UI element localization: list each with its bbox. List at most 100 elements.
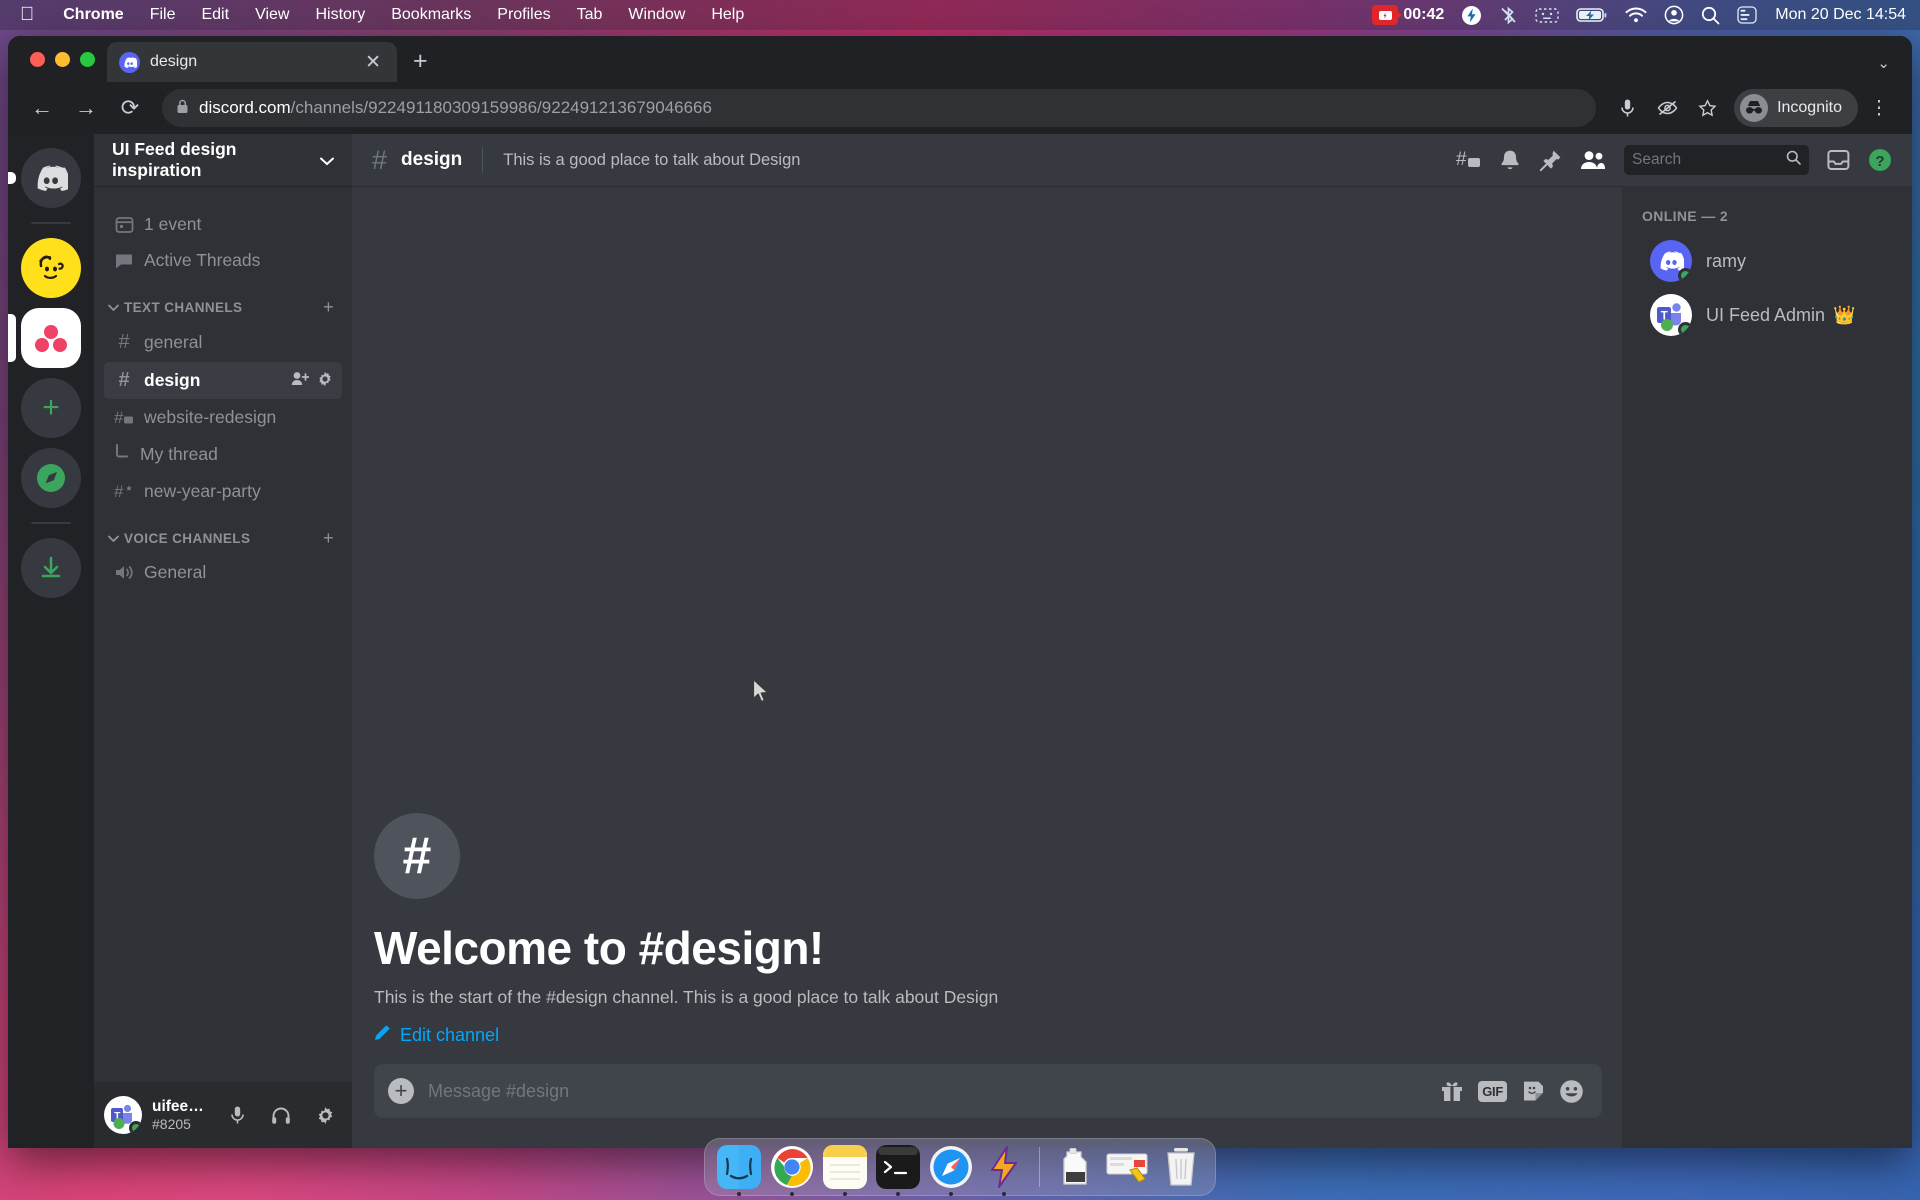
settings-gear-icon[interactable]: [308, 1098, 342, 1132]
edit-channel-link[interactable]: Edit channel: [374, 1024, 1602, 1046]
running-indicator: [737, 1192, 741, 1196]
sidebar-channel-website-redesign[interactable]: # website-redesign: [104, 400, 342, 435]
browser-tab-design[interactable]: design ✕: [107, 42, 397, 82]
incognito-profile-button[interactable]: Incognito: [1734, 89, 1858, 127]
control-center-icon[interactable]: [1730, 6, 1764, 24]
search-icon[interactable]: [1694, 6, 1727, 25]
create-voice-channel-button[interactable]: +: [323, 528, 334, 549]
eye-slash-icon[interactable]: [1648, 89, 1686, 127]
dock-item-safari[interactable]: [929, 1145, 973, 1196]
member-list-icon[interactable]: [1580, 150, 1606, 170]
sidebar-thread-my-thread[interactable]: My thread: [104, 436, 342, 473]
menu-edit[interactable]: Edit: [188, 0, 242, 30]
omnibox-actions: Incognito ⋮: [1608, 89, 1898, 127]
download-apps-button[interactable]: [21, 538, 81, 598]
member-row-ui-feed-admin[interactable]: T UI Feed Admin 👑: [1630, 288, 1904, 342]
dock-item-notes[interactable]: [823, 1145, 867, 1196]
bluetooth-off-icon[interactable]: [1492, 5, 1525, 26]
new-tab-button[interactable]: +: [413, 49, 428, 74]
add-server-button[interactable]: +: [21, 378, 81, 438]
gif-picker-button[interactable]: GIF: [1478, 1080, 1507, 1102]
menu-tab[interactable]: Tab: [564, 0, 616, 30]
search-input[interactable]: Search: [1624, 145, 1809, 175]
back-button[interactable]: ←: [22, 88, 62, 128]
create-channel-button[interactable]: +: [323, 297, 334, 318]
menu-view[interactable]: View: [242, 0, 302, 30]
channel-name: design: [401, 149, 463, 170]
category-text-channels[interactable]: Text Channels +: [94, 279, 352, 323]
dock-item-jug-file[interactable]: [1053, 1145, 1097, 1189]
tab-search-chevron-down-icon[interactable]: ⌄: [1877, 54, 1890, 72]
screen-recording-indicator[interactable]: 00:42: [1365, 0, 1451, 30]
svg-text:#: #: [1456, 149, 1467, 170]
menu-profiles[interactable]: Profiles: [484, 0, 563, 30]
server-discord-home[interactable]: [8, 148, 81, 208]
message-composer[interactable]: + Message #design GIF: [374, 1064, 1602, 1118]
wifi-icon[interactable]: [1618, 7, 1654, 23]
dock-item-finder[interactable]: [717, 1145, 761, 1196]
settings-icon[interactable]: [317, 371, 333, 391]
sidebar-voice-channel-general[interactable]: General: [104, 555, 342, 590]
threads-icon[interactable]: #: [1456, 149, 1481, 171]
dock-item-thunder[interactable]: [982, 1145, 1026, 1196]
menu-history[interactable]: History: [302, 0, 378, 30]
account-icon[interactable]: [1657, 5, 1691, 25]
dock-item-chrome[interactable]: [770, 1145, 814, 1196]
microphone-icon[interactable]: [220, 1098, 254, 1132]
avatar[interactable]: T: [104, 1096, 142, 1134]
battery-charging-icon[interactable]: [1569, 7, 1615, 23]
forward-button[interactable]: →: [66, 88, 106, 128]
gift-icon[interactable]: [1440, 1079, 1464, 1103]
menu-bar-clock[interactable]: Mon 20 Dec 14:54: [1767, 6, 1906, 24]
member-row-ramy[interactable]: ramy: [1630, 234, 1904, 288]
minimize-window-button[interactable]: [55, 51, 70, 67]
sidebar-item-active-threads[interactable]: Active Threads: [104, 243, 342, 278]
dock-item-terminal[interactable]: [876, 1145, 920, 1196]
sidebar-channel-new-year-party[interactable]: # new-year-party: [104, 474, 342, 509]
sticker-icon[interactable]: [1521, 1079, 1545, 1103]
bookmark-star-icon[interactable]: [1688, 89, 1726, 127]
sidebar-item-events[interactable]: 1 event: [104, 207, 342, 242]
dock-item-screenshot-file[interactable]: [1106, 1145, 1150, 1189]
chrome-menu-button[interactable]: ⋮: [1860, 89, 1898, 127]
microphone-icon[interactable]: [1608, 89, 1646, 127]
emoji-icon[interactable]: [1559, 1079, 1584, 1104]
dock-item-trash[interactable]: [1159, 1145, 1203, 1189]
thread-branch-icon: [113, 443, 131, 466]
notification-bell-icon[interactable]: [1499, 149, 1521, 172]
message-input[interactable]: Message #design: [428, 1081, 1426, 1102]
rail-indicator-active: [8, 314, 16, 362]
recording-time: 00:42: [1403, 6, 1445, 23]
help-icon[interactable]: ?: [1868, 148, 1892, 172]
inbox-icon[interactable]: [1827, 149, 1850, 171]
chevron-down-icon[interactable]: [320, 150, 334, 171]
server-mailchimp[interactable]: [21, 238, 81, 298]
maximize-window-button[interactable]: [80, 51, 95, 67]
explore-servers-button[interactable]: [21, 448, 81, 508]
apple-menu-icon[interactable]: : [14, 0, 50, 30]
address-bar[interactable]: discord.com/channels/922491180309159986/…: [162, 89, 1597, 127]
pinned-messages-icon[interactable]: [1539, 149, 1562, 172]
reload-button[interactable]: ⟳: [110, 88, 150, 128]
member-name: ramy: [1706, 251, 1746, 272]
thread-label: My thread: [140, 444, 218, 464]
guild-header[interactable]: UI Feed design inspiration: [94, 134, 352, 186]
menu-file[interactable]: File: [137, 0, 189, 30]
server-ui-feed[interactable]: [8, 308, 81, 368]
member-list: Online — 2 ramy: [1622, 186, 1912, 1148]
sidebar-channel-design[interactable]: # design: [104, 362, 342, 399]
lightning-icon[interactable]: [1454, 5, 1489, 26]
close-window-button[interactable]: [30, 51, 45, 67]
headphones-icon[interactable]: [264, 1098, 298, 1132]
close-tab-button[interactable]: ✕: [361, 51, 385, 74]
chrome-window: design ✕ + ⌄ ← → ⟳ discord.com/channels/…: [8, 36, 1912, 1148]
menu-bookmarks[interactable]: Bookmarks: [378, 0, 484, 30]
attach-file-button[interactable]: +: [388, 1078, 414, 1104]
menu-help[interactable]: Help: [698, 0, 757, 30]
invite-icon[interactable]: [291, 371, 310, 391]
menu-chrome[interactable]: Chrome: [50, 0, 136, 30]
menu-window[interactable]: Window: [615, 0, 698, 30]
sidebar-channel-general[interactable]: # general: [104, 324, 342, 361]
category-voice-channels[interactable]: Voice Channels +: [94, 510, 352, 554]
keyboard-icon[interactable]: [1528, 7, 1566, 24]
